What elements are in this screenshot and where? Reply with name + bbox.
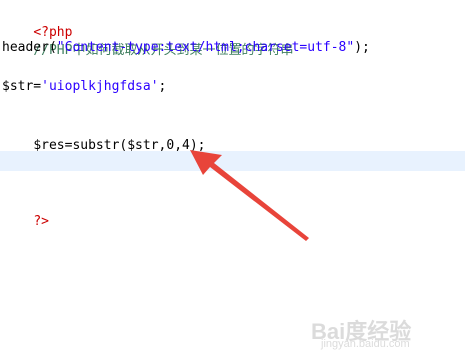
baidu-jingyan-watermark: Bai度经验 jingyan.baidu.com (307, 314, 457, 354)
header-call: header( (2, 40, 57, 55)
code-line-7: $res=substr($str,0,4); (2, 113, 205, 153)
code-line-5: $str='uioplkjhgfdsa'; (2, 76, 166, 98)
header-end: ); (354, 40, 370, 55)
code-line-10: ?> (2, 189, 49, 229)
watermark-url: jingyan.baidu.com (321, 338, 410, 350)
substr-statement: $res=substr($str,0,4); (33, 138, 206, 153)
str-value: 'uioplkjhgfdsa' (41, 79, 159, 94)
header-string: "Content-type:text/html;charset=utf-8" (56, 40, 355, 55)
code-editor[interactable]: <?php //PHP中如何截取从开头到某一位置的字符串 header("Con… (0, 0, 465, 364)
str-end: ; (158, 79, 167, 94)
php-close-tag: ?> (33, 214, 49, 229)
str-var: $str= (2, 79, 42, 94)
code-line-3: header("Content-type:text/html;charset=u… (2, 37, 370, 59)
